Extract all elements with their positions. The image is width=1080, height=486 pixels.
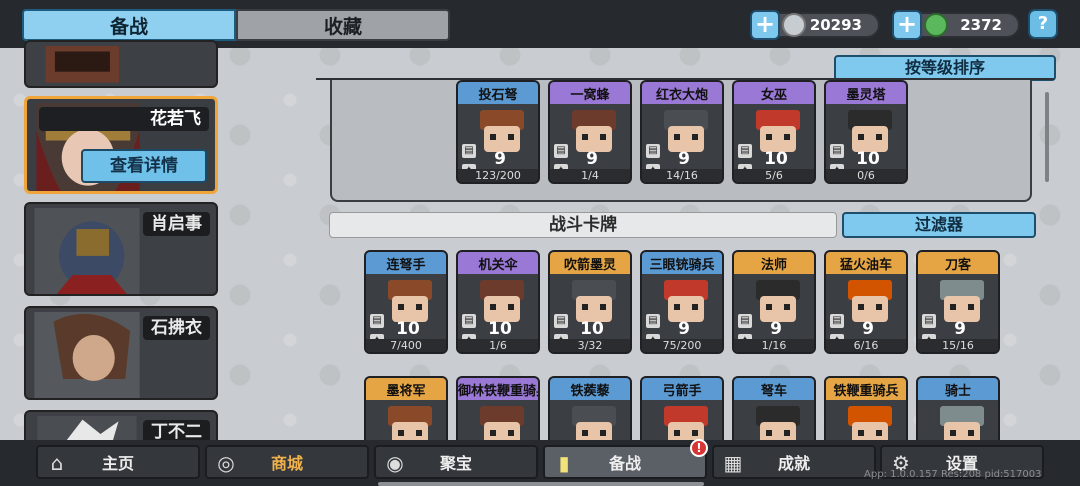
card-name: 女巫 <box>760 88 787 103</box>
unit-card[interactable]: 机关伞▤✦101/6 <box>456 250 540 354</box>
card-name: 刀客 <box>944 258 971 273</box>
unit-type-icon: ▤ <box>830 314 844 328</box>
unit-card[interactable]: 猛火油车▤✦96/16 <box>824 250 908 354</box>
nav-home[interactable]: ⌂ 主页 <box>36 445 200 479</box>
nav-treasure[interactable]: ◉ 聚宝 <box>374 445 538 479</box>
nav-prepare-label: 备战 <box>608 454 641 473</box>
nav-achievement-label: 成就 <box>777 454 810 473</box>
card-count: 3/32 <box>550 339 630 352</box>
card-name: 铁蒺藜 <box>570 384 610 399</box>
card-name: 墨灵塔 <box>846 88 886 103</box>
card-name: 连弩手 <box>386 258 426 273</box>
unit-card[interactable]: 三眼铳骑兵▤✦975/200 <box>640 250 724 354</box>
add-jade-button[interactable]: + <box>892 10 922 40</box>
card-name: 弩车 <box>760 384 787 399</box>
unit-type-icon: ▤ <box>554 144 568 158</box>
hero-name: 花若飞 <box>39 107 209 131</box>
unit-card[interactable]: 投石弩▤✦9123/200 <box>456 80 540 184</box>
unit-type-icon: ▤ <box>462 314 476 328</box>
card-name: 猛火油车 <box>839 258 892 273</box>
deck-scrollbar[interactable] <box>1045 92 1049 182</box>
card-count: 1/16 <box>734 339 814 352</box>
unit-type-icon: ▤ <box>646 144 660 158</box>
card-count: 1/4 <box>550 169 630 182</box>
card-name: 铁鞭重骑兵 <box>833 384 899 399</box>
card-count: 75/200 <box>642 339 722 352</box>
hero-portrait <box>34 208 140 294</box>
battle-cards-header: 战斗卡牌 <box>329 212 837 238</box>
card-count: 14/16 <box>642 169 722 182</box>
card-name: 法师 <box>760 258 787 273</box>
hero-card[interactable]: 石拂衣 <box>24 306 218 400</box>
debug-info: App: 1.0.0.157 Res:208 pid:517003 <box>864 469 1042 480</box>
card-name: 红衣大炮 <box>655 88 708 103</box>
card-name: 御林铁鞭重骑兵 <box>458 384 538 399</box>
unit-type-icon: ▤ <box>922 314 936 328</box>
hero-portrait <box>45 46 120 83</box>
unit-card[interactable]: 吹箭墨灵▤✦103/32 <box>548 250 632 354</box>
card-count: 0/6 <box>826 169 906 182</box>
card-count: 1/6 <box>458 339 538 352</box>
nav-home-label: 主页 <box>101 454 134 473</box>
unit-card[interactable]: 连弩手▤✦107/400 <box>364 250 448 354</box>
nav-treasure-label: 聚宝 <box>439 454 472 473</box>
nav-shop-label: 商城 <box>270 454 303 473</box>
unit-card[interactable]: 墨灵塔▤✦100/6 <box>824 80 908 184</box>
unit-card[interactable]: 红衣大炮▤✦914/16 <box>640 80 724 184</box>
silver-currency: + 20293 <box>750 10 880 40</box>
top-tabs: 备战 收藏 <box>22 9 450 41</box>
silver-value: 20293 <box>809 16 862 34</box>
hero-card-selected[interactable]: 花若飞 查看详情 <box>24 96 218 194</box>
silver-coin-icon <box>782 13 806 37</box>
unit-type-icon: ▤ <box>462 144 476 158</box>
hero-card[interactable] <box>24 40 218 88</box>
unit-type-icon: ▤ <box>830 144 844 158</box>
filter-button[interactable]: 过滤器 <box>842 212 1036 238</box>
notification-badge: ! <box>690 439 708 457</box>
nav-prepare[interactable]: ▮ 备战 <box>543 445 707 479</box>
card-name: 三眼铳骑兵 <box>649 258 715 273</box>
hero-name: 石拂衣 <box>143 316 210 340</box>
unit-type-icon: ▤ <box>738 144 752 158</box>
hero-card[interactable]: 肖启事 <box>24 202 218 296</box>
card-name: 一窝蜂 <box>570 88 610 103</box>
unit-type-icon: ▤ <box>370 314 384 328</box>
add-silver-button[interactable]: + <box>750 10 780 40</box>
card-count: 123/200 <box>458 169 538 182</box>
unit-card[interactable]: 一窝蜂▤✦91/4 <box>548 80 632 184</box>
nav-achievement[interactable]: ▦ 成就 <box>712 445 876 479</box>
card-name: 投石弩 <box>478 88 518 103</box>
card-name: 吹箭墨灵 <box>563 258 616 273</box>
card-name: 机关伞 <box>478 258 518 273</box>
unit-card[interactable]: 刀客▤✦915/16 <box>916 250 1000 354</box>
unit-card[interactable]: 女巫▤✦105/6 <box>732 80 816 184</box>
tab-collection[interactable]: 收藏 <box>236 9 450 41</box>
jade-value: 2372 <box>960 16 1002 34</box>
unit-card[interactable]: 法师▤✦91/16 <box>732 250 816 354</box>
jade-currency: + 2372 <box>892 10 1020 40</box>
card-count: 7/400 <box>366 339 446 352</box>
jade-gem-icon <box>924 13 948 37</box>
card-count: 5/6 <box>734 169 814 182</box>
hero-portrait <box>34 312 140 398</box>
card-count: 6/16 <box>826 339 906 352</box>
card-name: 骑士 <box>944 384 971 399</box>
hero-name: 肖启事 <box>143 212 210 236</box>
card-name: 弓箭手 <box>662 384 702 399</box>
view-details-button[interactable]: 查看详情 <box>81 149 207 183</box>
tab-prepare[interactable]: 备战 <box>22 9 236 41</box>
card-name: 墨将军 <box>386 384 426 399</box>
card-count: 15/16 <box>918 339 998 352</box>
home-indicator[interactable] <box>378 482 704 486</box>
unit-type-icon: ▤ <box>738 314 752 328</box>
unit-type-icon: ▤ <box>554 314 568 328</box>
unit-type-icon: ▤ <box>646 314 660 328</box>
help-button[interactable]: ? <box>1028 9 1058 39</box>
nav-shop[interactable]: ◎ 商城 <box>205 445 369 479</box>
